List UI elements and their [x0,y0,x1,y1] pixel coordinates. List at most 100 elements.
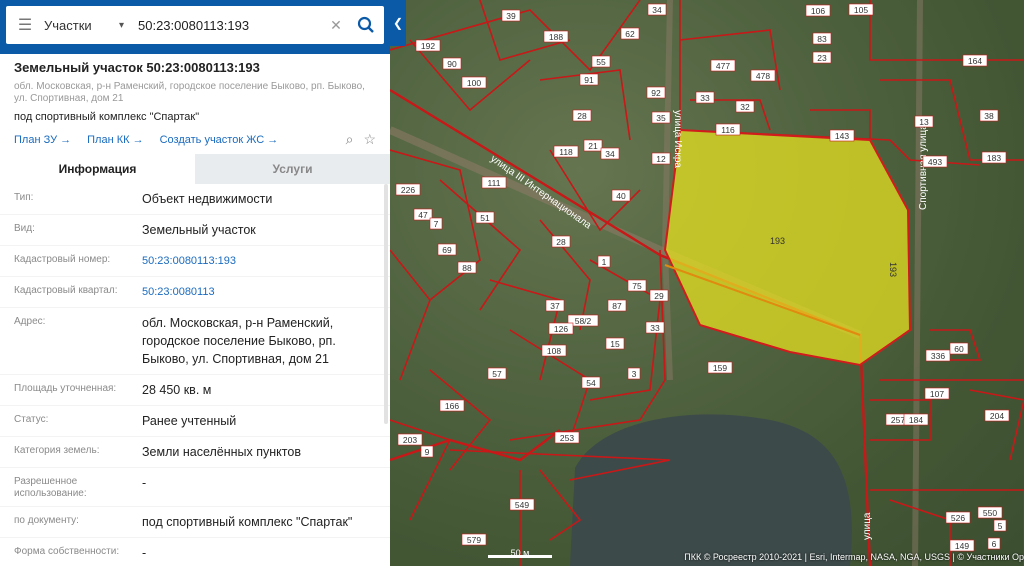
parcel-number[interactable]: 33 [695,91,715,104]
parcel-number[interactable]: 5 [993,519,1007,532]
svg-text:23: 23 [817,53,827,63]
parcel-number[interactable]: 105 [848,3,874,16]
parcel-number[interactable]: 29 [649,289,669,302]
plan-kk-link[interactable]: План КК → [87,134,143,146]
parcel-number[interactable]: 188 [543,30,569,43]
collapse-panel-button[interactable]: ❮ [390,0,406,46]
parcel-number[interactable]: 1 [597,255,611,268]
parcel-number[interactable]: 336 [925,349,951,362]
parcel-number[interactable]: 28 [572,109,592,122]
search-button[interactable] [348,6,384,44]
parcel-number[interactable]: 478 [750,69,776,82]
parcel-number[interactable]: 88 [457,261,477,274]
parcel-number[interactable]: 106 [805,4,831,17]
parcel-number[interactable]: 579 [461,533,487,546]
info-label: Адрес: [14,316,46,327]
parcel-number[interactable]: 253 [554,431,580,444]
create-parcel-link[interactable]: Создать участок ЖС → [160,134,279,146]
parcel-number[interactable]: 87 [607,299,627,312]
parcel-number[interactable]: 204 [984,409,1010,422]
parcel-number[interactable]: 35 [651,111,671,124]
parcel-number[interactable]: 13 [914,115,934,128]
close-icon[interactable]: ✕ [324,17,348,34]
svg-text:166: 166 [445,401,459,411]
parcel-number[interactable]: 226 [395,183,421,196]
svg-text:164: 164 [968,56,982,66]
parcel-number[interactable]: 111 [481,176,507,189]
parcel-number[interactable]: 108 [541,344,567,357]
parcel-number[interactable]: 477 [710,59,736,72]
parcel-number[interactable]: 23 [812,51,832,64]
parcel-number[interactable]: 21 [583,139,603,152]
parcel-number[interactable]: 203 [397,433,423,446]
svg-text:493: 493 [928,157,942,167]
star-icon[interactable]: ☆ [363,131,376,148]
parcel-number[interactable]: 28 [551,235,571,248]
parcel-number[interactable]: 75 [627,279,647,292]
parcel-number[interactable]: 164 [962,54,988,67]
parcel-number[interactable]: 15 [605,337,625,350]
parcel-number[interactable]: 184 [903,413,929,426]
menu-icon[interactable]: ☰ [6,6,44,44]
parcel-number[interactable]: 38 [979,109,999,122]
parcel-number[interactable]: 550 [977,506,1003,519]
parcel-number[interactable]: 7 [429,217,443,230]
plan-zu-link[interactable]: План ЗУ → [14,134,71,146]
parcel-number[interactable]: 47 [413,208,433,221]
parcel-number[interactable]: 62 [620,27,640,40]
parcel-number[interactable]: 55 [591,55,611,68]
parcel-number[interactable]: 83 [812,32,832,45]
parcel-number[interactable]: 51 [475,211,495,224]
svg-text:184: 184 [909,415,923,425]
parcel-number[interactable]: 6 [987,537,1001,550]
svg-text:253: 253 [560,433,574,443]
parcel-number[interactable]: 9 [420,445,434,458]
parcel-number[interactable]: 116 [715,123,741,136]
parcel-label: 193 [770,236,785,246]
parcel-number[interactable]: 54 [581,376,601,389]
parcel-number[interactable]: 149 [949,539,975,552]
parcel-number[interactable]: 57 [487,367,507,380]
parcel-number[interactable]: 118 [553,145,579,158]
parcel-number[interactable]: 40 [611,189,631,202]
cadastral-quarter-link[interactable]: 50:23:0080113 [142,283,376,301]
parcel-number[interactable]: 92 [646,86,666,99]
svg-text:57: 57 [492,369,502,379]
parcel-number[interactable]: 166 [439,399,465,412]
parcel-number[interactable]: 159 [707,361,733,374]
parcel-number[interactable]: 69 [437,243,457,256]
parcel-number[interactable]: 526 [945,511,971,524]
parcel-number[interactable]: 91 [579,73,599,86]
info-row: Кадастровый номер: 50:23:0080113:193 [0,246,390,277]
parcel-number[interactable]: 183 [981,151,1007,164]
parcel-number[interactable]: 100 [461,76,487,89]
parcel-number[interactable]: 493 [922,155,948,168]
search-input[interactable] [130,6,324,44]
scrollbar[interactable] [384,184,388,424]
parcel-number[interactable]: 143 [829,129,855,142]
tab-information[interactable]: Информация [0,154,195,184]
tab-services[interactable]: Услуги [195,154,390,184]
parcel-number[interactable]: 12 [651,152,671,165]
parcel-number[interactable]: 33 [645,321,665,334]
parcel-number[interactable]: 37 [545,299,565,312]
parcel-number[interactable]: 549 [509,498,535,511]
info-value: Ранее учтенный [142,414,237,428]
layer-select[interactable]: Участки ▾ [44,18,130,33]
locate-icon[interactable]: ⌕ [346,131,354,148]
map-view[interactable]: 193 193 улица III Интернационала улица И… [390,0,1024,566]
map-canvas[interactable]: 193 193 улица III Интернационала улица И… [390,0,1024,566]
parcel-number[interactable]: 39 [501,9,521,22]
parcel-number[interactable]: 90 [442,57,462,70]
cadastral-number-link[interactable]: 50:23:0080113:193 [142,252,376,270]
info-row: Разрешенное использование: - [0,468,390,507]
parcel-number[interactable]: 34 [647,3,667,16]
parcel-number[interactable]: 60 [949,342,969,355]
parcel-number[interactable]: 32 [735,100,755,113]
parcel-number[interactable]: 126 [548,322,574,335]
parcel-number[interactable]: 34 [600,147,620,160]
parcel-number[interactable]: 3 [627,367,641,380]
street-label: улица Искра [672,110,683,168]
parcel-number[interactable]: 107 [924,387,950,400]
parcel-number[interactable]: 192 [415,39,441,52]
